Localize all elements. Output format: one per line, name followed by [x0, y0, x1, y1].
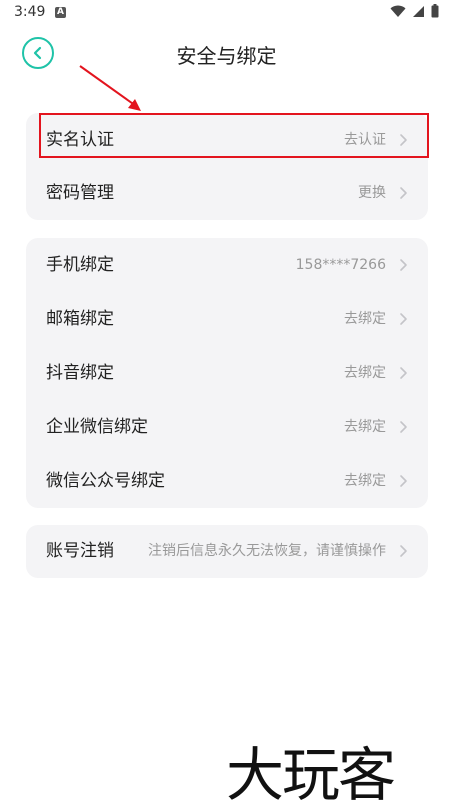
page-title: 安全与绑定	[176, 44, 277, 68]
row-label: 邮箱绑定	[46, 309, 114, 329]
row-value: 去绑定	[344, 311, 386, 327]
status-time: 3:49	[14, 4, 46, 20]
chevron-right-icon	[400, 313, 407, 325]
chevron-right-icon	[400, 475, 407, 487]
row-label: 企业微信绑定	[46, 417, 148, 437]
chevron-right-icon	[400, 134, 407, 146]
notification-icon: A	[55, 7, 66, 18]
signal-icon	[413, 5, 424, 17]
chevron-right-icon	[400, 367, 407, 379]
app-header: 安全与绑定	[0, 26, 453, 82]
watermark: 大玩客	[226, 741, 396, 809]
row-label: 密码管理	[46, 183, 114, 203]
row-value: 去绑定	[344, 365, 386, 381]
row-label: 实名认证	[46, 130, 114, 150]
chevron-right-icon	[400, 545, 407, 557]
email-binding-row[interactable]: 邮箱绑定 去绑定	[26, 292, 428, 346]
row-label: 微信公众号绑定	[46, 471, 165, 491]
chevron-right-icon	[400, 259, 407, 271]
row-value: 去认证	[344, 132, 386, 148]
account-cancel-row[interactable]: 账号注销 注销后信息永久无法恢复，请谨慎操作	[26, 525, 428, 578]
battery-icon	[431, 4, 439, 18]
real-name-auth-row[interactable]: 实名认证 去认证	[26, 113, 428, 167]
password-management-row[interactable]: 密码管理 更换	[26, 166, 428, 220]
wifi-icon	[390, 5, 406, 17]
wecom-binding-row[interactable]: 企业微信绑定 去绑定	[26, 400, 428, 454]
row-value: 去绑定	[344, 473, 386, 489]
row-value: 更换	[358, 185, 386, 201]
row-label: 手机绑定	[46, 255, 114, 275]
account-cancel-card: 账号注销 注销后信息永久无法恢复，请谨慎操作	[26, 525, 428, 578]
row-value: 去绑定	[344, 419, 386, 435]
chevron-right-icon	[400, 187, 407, 199]
chevron-right-icon	[400, 421, 407, 433]
row-label: 抖音绑定	[46, 363, 114, 383]
security-card: 实名认证 去认证 密码管理 更换	[26, 113, 428, 220]
status-icons	[390, 4, 439, 18]
douyin-binding-row[interactable]: 抖音绑定 去绑定	[26, 346, 428, 400]
row-value: 158****7266	[295, 257, 386, 273]
status-bar: 3:49 A	[0, 0, 453, 26]
wechat-official-binding-row[interactable]: 微信公众号绑定 去绑定	[26, 454, 428, 508]
row-label: 账号注销	[46, 541, 114, 561]
row-value: 注销后信息永久无法恢复，请谨慎操作	[148, 543, 386, 559]
binding-card: 手机绑定 158****7266 邮箱绑定 去绑定 抖音绑定 去绑定 企业微信绑…	[26, 238, 428, 508]
phone-binding-row[interactable]: 手机绑定 158****7266	[26, 238, 428, 292]
